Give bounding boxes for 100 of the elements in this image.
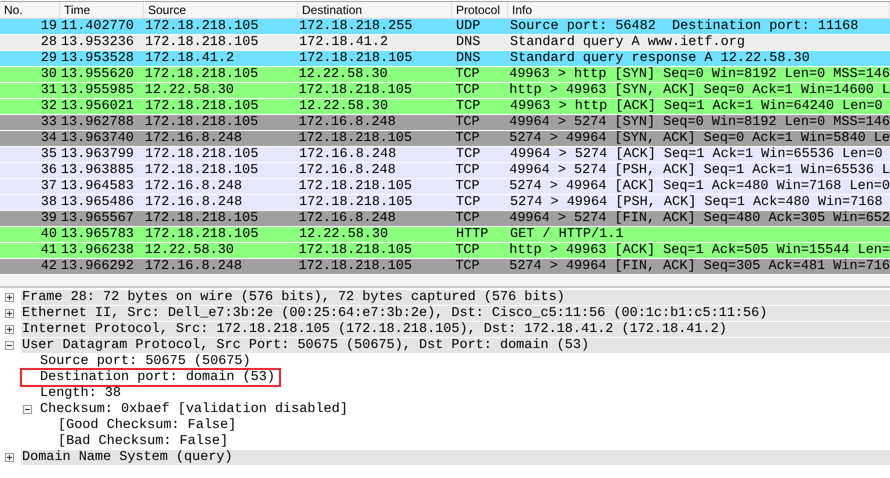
table-cell: TCP [455,259,480,274]
table-cell: 29 [40,51,57,66]
table-cell: 13.955620 [60,67,134,82]
table-cell: 5274 > 49964 [SYN, ACK] Seq=0 Ack=1 Win=5840 Le [509,131,890,146]
column-header[interactable]: Destination [302,1,362,19]
table-cell: 12.22.58.30 [299,227,388,242]
table-cell: TCP [456,99,480,114]
column-header[interactable]: Info [512,1,532,19]
tree-item[interactable]: Ethernet II, Src: Dell_e7:3b:2e (00:25:64:e7:3b:2e), Dst: Cisco_c5:11:56 (00:1c:b1:c5:11:56) [21,306,890,320]
table-cell: 39 [40,211,57,226]
table-cell: 172.16.8.248 [298,211,396,226]
tree-item[interactable]: [Good Checksum: False] [57,418,238,432]
table-cell: 172.18.41.2 [145,51,234,66]
tree-item[interactable]: Source port: 50675 (50675) [39,354,252,368]
table-cell: 172.18.218.105 [299,51,412,66]
table-cell: 13.965567 [60,211,134,226]
column-header[interactable]: Protocol [456,1,500,19]
table-cell: 13.965486 [61,195,134,210]
tree-item[interactable]: Checksum: 0xbaef [validation disabled] [39,402,349,416]
table-cell: 172.16.8.248 [144,131,242,146]
table-cell: 13.963740 [60,131,134,146]
packet-row[interactable]: 35 13.963799 172.18.218.105 172.16.8.248 TCP 49964 > 5274 [ACK] Seq=1 Ack=1 Win=65536 Len=0 [0,147,890,163]
packet-row[interactable]: 30 13.955620 172.18.218.105 12.22.58.30 TCP 49963 > http [SYN] Seq=0 Win=8192 Len=0 MSS=146 [0,67,890,83]
table-cell: TCP [456,195,480,210]
packet-row[interactable]: 19 11.402770 172.18.218.105 172.18.218.255 UDP Source port: 56482 Destination port: 11168 [0,19,890,35]
tree-item[interactable]: Destination port: domain (53) [22,370,279,384]
tree-item[interactable]: Frame 28: 72 bytes on wire (576 bits), 72 bytes captured (576 bits) [21,290,890,304]
table-cell: 13.963885 [60,163,134,178]
table-cell: 172.16.8.248 [144,179,242,194]
table-cell: 172.18.218.105 [298,179,412,194]
table-cell: 172.16.8.248 [144,259,242,274]
table-cell: UDP [456,19,480,34]
packet-row[interactable]: 38 13.965486 172.16.8.248 172.18.218.105 TCP 5274 > 49964 [PSH, ACK] Seq=1 Ack=480 Win=7168 [0,195,890,211]
table-cell: TCP [455,179,480,194]
table-cell: 172.18.218.105 [145,147,258,162]
table-cell: 13.962788 [60,115,134,130]
table-cell: http > 49963 [ACK] Seq=1 Ack=505 Win=15544 Len= [509,243,890,258]
table-cell: Standard query response A 12.22.58.30 [510,51,810,66]
expand-icon[interactable] [5,308,14,318]
packet-row[interactable]: 39 13.965567 172.18.218.105 172.16.8.248 TCP 49964 > 5274 [FIN, ACK] Seq=480 Ack=305 Win=652 [0,211,890,227]
packet-row[interactable]: 31 13.955985 12.22.58.30 172.18.218.105 TCP http > 49963 [SYN, ACK] Seq=0 Ack=1 Win=14600 L [0,83,890,99]
packet-row[interactable]: 28 13.953236 172.18.218.105 172.18.41.2 DNS Standard query A www.ietf.org [0,35,890,51]
table-cell: 13.966292 [60,259,134,274]
table-cell: 5274 > 49964 [PSH, ACK] Seq=1 Ack=480 Win=7168 [510,195,883,210]
tree-item[interactable]: Domain Name System (query) [21,450,890,464]
table-cell: 49964 > 5274 [SYN] Seq=0 Win=8192 Len=0 MSS=146 [509,115,890,130]
table-cell: 30 [40,67,57,82]
column-header[interactable]: Time [64,1,90,19]
table-cell: 172.18.218.105 [145,19,258,34]
expand-icon[interactable] [5,324,14,334]
table-cell: 12.22.58.30 [144,83,234,98]
table-cell: 49964 > 5274 [FIN, ACK] Seq=480 Ack=305 Win=652 [509,211,890,226]
table-cell: 172.16.8.248 [299,147,396,162]
table-cell: 38 [40,195,57,210]
packet-row[interactable]: 37 13.964583 172.16.8.248 172.18.218.105 TCP 5274 > 49964 [ACK] Seq=1 Ack=480 Win=7168 Len=0 [0,179,890,195]
tree-item[interactable]: Length: 38 [39,386,122,400]
table-cell: TCP [455,67,480,82]
table-cell: 36 [40,163,57,178]
table-cell: 49963 > http [SYN] Seq=0 Win=8192 Len=0 MSS=146 [509,67,890,82]
table-cell: 12.22.58.30 [298,67,388,82]
collapse-icon[interactable] [23,404,32,414]
table-cell: 172.18.218.105 [298,83,412,98]
tree-item[interactable]: User Datagram Protocol, Src Port: 50675 (50675), Dst Port: domain (53) [21,338,890,352]
table-cell: GET / HTTP/1.1 [510,227,624,242]
table-cell: TCP [455,131,480,146]
tree-item[interactable]: [Bad Checksum: False] [57,434,230,448]
packet-row[interactable]: 34 13.963740 172.16.8.248 172.18.218.105 TCP 5274 > 49964 [SYN, ACK] Seq=0 Ack=1 Win=5840 Le [0,131,890,147]
table-cell: 13.956021 [61,99,134,114]
table-cell: DNS [456,51,480,66]
column-header[interactable]: Source [148,1,186,19]
table-cell: TCP [455,243,480,258]
expand-icon[interactable] [5,292,14,302]
table-cell: 172.18.218.255 [299,19,412,34]
packet-row[interactable]: 42 13.966292 172.16.8.248 172.18.218.105 TCP 5274 > 49964 [FIN, ACK] Seq=305 Ack=481 Win=716 [0,259,890,275]
table-cell: TCP [455,163,480,178]
collapse-icon[interactable] [5,340,14,350]
packet-row[interactable]: 40 13.965783 172.18.218.105 12.22.58.30 HTTP GET / HTTP/1.1 [0,227,890,243]
table-cell: Source port: 56482 Destination port: 11168 [510,19,858,34]
packet-row[interactable]: 36 13.963885 172.18.218.105 172.16.8.248 TCP 49964 > 5274 [PSH, ACK] Seq=1 Ack=1 Win=65536 L [0,163,890,179]
packet-row[interactable]: 32 13.956021 172.18.218.105 12.22.58.30 TCP 49963 > http [ACK] Seq=1 Ack=1 Win=64240 Len=0 [0,99,890,115]
packet-row[interactable]: 29 13.953528 172.18.41.2 172.18.218.105 DNS Standard query response A 12.22.58.30 [0,51,890,67]
column-header[interactable]: No. [4,1,23,19]
table-cell: 49964 > 5274 [PSH, ACK] Seq=1 Ack=1 Win=65536 L [509,163,890,178]
table-cell: 172.18.218.105 [145,35,258,50]
table-cell: http > 49963 [SYN, ACK] Seq=0 Ack=1 Win=14600 L [509,83,890,98]
expand-icon[interactable] [5,452,14,462]
table-cell: 172.18.218.105 [144,163,258,178]
packet-row[interactable]: 41 13.966238 12.22.58.30 172.18.218.105 TCP http > 49963 [ACK] Seq=1 Ack=505 Win=15544 Len= [0,243,890,259]
table-cell: 13.963799 [61,147,134,162]
table-cell: 12.22.58.30 [144,243,234,258]
table-cell: 172.18.218.105 [299,195,412,210]
table-cell: 172.16.8.248 [298,163,396,178]
table-cell: 28 [40,35,57,50]
tree-item[interactable]: Internet Protocol, Src: 172.18.218.105 (172.18.218.105), Dst: 172.18.41.2 (172.18.41.2) [21,322,890,336]
table-cell: 13.953528 [61,51,134,66]
table-cell: 33 [40,115,57,130]
table-cell: 13.953236 [61,35,134,50]
table-cell: 11.402770 [61,19,134,34]
packet-row[interactable]: 33 13.962788 172.18.218.105 172.16.8.248 TCP 49964 > 5274 [SYN] Seq=0 Win=8192 Len=0 MSS=146 [0,115,890,131]
table-cell: 31 [40,83,57,98]
